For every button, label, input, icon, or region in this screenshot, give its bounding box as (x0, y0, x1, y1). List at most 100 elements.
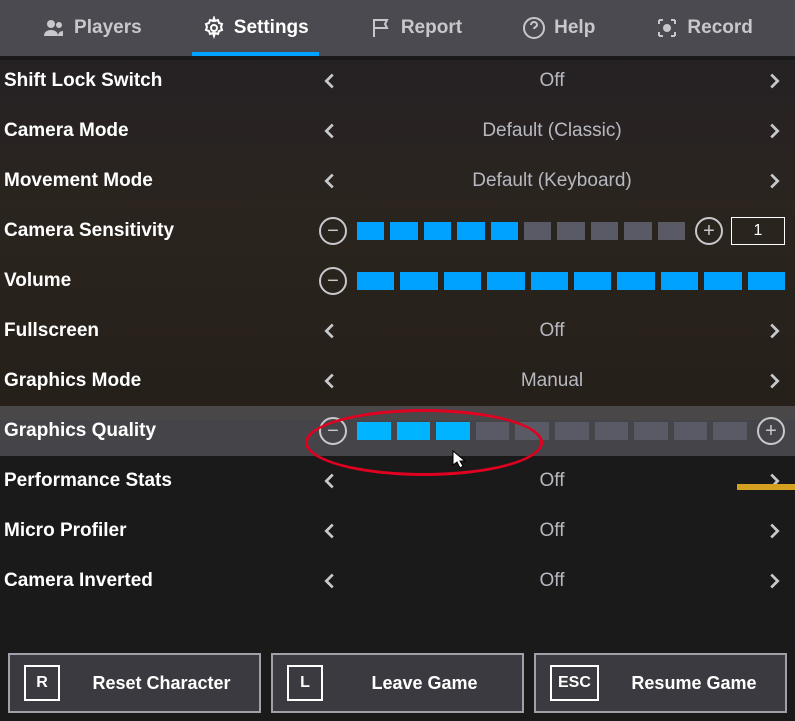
minus-button[interactable]: − (319, 417, 347, 445)
slider-segment (397, 422, 431, 440)
slider-segment (634, 422, 668, 440)
slider-segment (400, 272, 437, 290)
tab-settings[interactable]: Settings (192, 0, 319, 56)
setting-label: Shift Lock Switch (4, 70, 319, 92)
setting-value: Off (341, 320, 763, 342)
setting-performance-stats: Performance Stats Off (0, 456, 795, 506)
setting-value: Off (341, 70, 763, 92)
volume-slider[interactable] (357, 272, 785, 290)
slider-segment (476, 422, 510, 440)
slider-segment (574, 272, 611, 290)
chevron-left-icon[interactable] (319, 470, 341, 492)
setting-camera-sensitivity: Camera Sensitivity − + 1 (0, 206, 795, 256)
chevron-left-icon[interactable] (319, 570, 341, 592)
chevron-left-icon[interactable] (319, 320, 341, 342)
setting-fullscreen: Fullscreen Off (0, 306, 795, 356)
setting-label: Micro Profiler (4, 520, 319, 542)
tab-label: Record (687, 17, 752, 39)
plus-button[interactable]: + (757, 417, 785, 445)
setting-label: Fullscreen (4, 320, 319, 342)
slider-segment (390, 222, 417, 240)
tab-label: Report (401, 17, 462, 39)
slider-segment (531, 272, 568, 290)
chevron-right-icon[interactable] (763, 370, 785, 392)
setting-value: Default (Classic) (341, 120, 763, 142)
chevron-right-icon[interactable] (763, 120, 785, 142)
tab-players[interactable]: Players (32, 0, 152, 56)
slider-segment (436, 422, 470, 440)
setting-value: Off (341, 470, 763, 492)
slider-segment (357, 272, 394, 290)
slider-segment (595, 422, 629, 440)
tab-report[interactable]: Report (359, 0, 472, 56)
setting-label: Performance Stats (4, 470, 319, 492)
chevron-right-icon[interactable] (763, 570, 785, 592)
setting-value: Manual (341, 370, 763, 392)
chevron-left-icon[interactable] (319, 70, 341, 92)
slider-segment (524, 222, 551, 240)
setting-value: Off (341, 520, 763, 542)
chevron-left-icon[interactable] (319, 170, 341, 192)
chevron-right-icon[interactable] (763, 170, 785, 192)
slider-segment (704, 272, 741, 290)
leave-game-button[interactable]: L Leave Game (271, 653, 524, 713)
setting-volume: Volume − (0, 256, 795, 306)
button-label: Reset Character (78, 673, 245, 694)
sensitivity-slider[interactable] (357, 222, 685, 240)
button-label: Resume Game (617, 673, 771, 694)
setting-label: Movement Mode (4, 170, 319, 192)
slider-segment (424, 222, 451, 240)
sensitivity-input[interactable]: 1 (731, 217, 785, 245)
slider-segment (487, 272, 524, 290)
slider-segment (555, 422, 589, 440)
players-icon (42, 16, 66, 40)
tab-bar: Players Settings Report Help Record (0, 0, 795, 56)
slider-segment (624, 222, 651, 240)
tab-label: Players (74, 17, 142, 39)
slider-segment (357, 222, 384, 240)
chevron-left-icon[interactable] (319, 120, 341, 142)
slider-segment (674, 422, 708, 440)
setting-label: Camera Sensitivity (4, 220, 319, 242)
chevron-right-icon[interactable] (763, 320, 785, 342)
chevron-left-icon[interactable] (319, 520, 341, 542)
slider-segment (457, 222, 484, 240)
chevron-right-icon[interactable] (763, 70, 785, 92)
slider-segment (658, 222, 685, 240)
tab-record[interactable]: Record (645, 0, 762, 56)
record-icon (655, 16, 679, 40)
setting-graphics-mode: Graphics Mode Manual (0, 356, 795, 406)
slider-segment (357, 422, 391, 440)
tab-help[interactable]: Help (512, 0, 605, 56)
slider-segment (617, 272, 654, 290)
tab-label: Settings (234, 17, 309, 39)
slider-segment (444, 272, 481, 290)
minus-button[interactable]: − (319, 217, 347, 245)
keycap: ESC (550, 665, 599, 701)
keycap: L (287, 665, 323, 701)
chevron-right-icon[interactable] (763, 520, 785, 542)
gear-icon (202, 16, 226, 40)
settings-list: Shift Lock Switch Off Camera Mode Defaul… (0, 56, 795, 606)
setting-label: Graphics Mode (4, 370, 319, 392)
setting-value: Default (Keyboard) (341, 170, 763, 192)
setting-label: Camera Mode (4, 120, 319, 142)
button-label: Leave Game (341, 673, 508, 694)
slider-segment (591, 222, 618, 240)
chevron-left-icon[interactable] (319, 370, 341, 392)
background-artifact (737, 484, 795, 490)
slider-segment (557, 222, 584, 240)
slider-segment (661, 272, 698, 290)
setting-camera-mode: Camera Mode Default (Classic) (0, 106, 795, 156)
setting-camera-inverted: Camera Inverted Off (0, 556, 795, 606)
plus-button[interactable]: + (695, 217, 723, 245)
graphics-quality-slider[interactable] (357, 422, 747, 440)
resume-game-button[interactable]: ESC Resume Game (534, 653, 787, 713)
slider-segment (748, 272, 785, 290)
setting-label: Graphics Quality (4, 420, 319, 442)
help-icon (522, 16, 546, 40)
minus-button[interactable]: − (319, 267, 347, 295)
setting-shift-lock: Shift Lock Switch Off (0, 56, 795, 106)
setting-label: Volume (4, 270, 319, 292)
reset-character-button[interactable]: R Reset Character (8, 653, 261, 713)
